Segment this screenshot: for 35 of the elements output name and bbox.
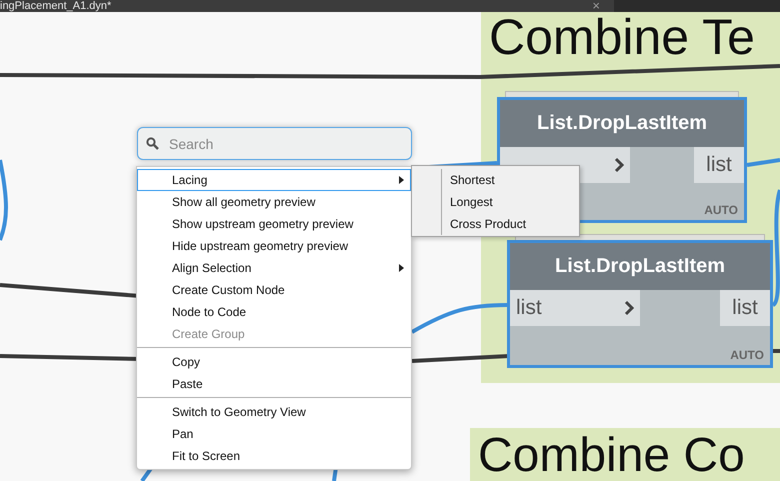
menu-item[interactable]: Align Selection [137,257,411,279]
tab-title: ingPlacement_A1.dyn* [0,0,112,12]
caret-icon [399,176,404,184]
menu-item[interactable]: Show upstream geometry preview [137,213,411,235]
lacing-label: AUTO [704,203,738,217]
search-icon [146,137,159,150]
node-title: List.DropLastItem [500,100,744,147]
chevron-icon [614,157,624,173]
menu-item[interactable]: Node to Code [137,301,411,323]
file-tab[interactable]: ingPlacement_A1.dyn* × [0,0,614,12]
menu-item[interactable]: Create Custom Node [137,279,411,301]
search-box[interactable]: Search [137,127,412,160]
search-field[interactable]: Search [169,128,403,159]
node-title: List.DropLastItem [510,243,770,290]
menu-item[interactable]: Fit to Screen [137,445,411,467]
output-port[interactable]: list [694,147,744,183]
node[interactable]: List.DropLastItem list list AUTO [507,240,773,368]
close-button[interactable]: × [592,0,600,12]
group-title: Combine Te [489,12,755,62]
menu-item[interactable]: Pan [137,423,411,445]
input-port[interactable]: list [510,290,640,326]
lacing-label: AUTO [730,348,764,362]
chevron-icon [624,300,634,316]
port-label: list [732,296,758,320]
menu-item[interactable]: Paste [137,373,411,395]
caret-icon [399,264,404,272]
port-label: list [706,153,732,177]
port-label: list [516,296,542,320]
output-port[interactable]: list [720,290,770,326]
menu-item[interactable]: Hide upstream geometry preview [137,235,411,257]
menu-item[interactable]: Show all geometry preview [137,191,411,213]
menu-item[interactable]: Switch to Geometry View [137,401,411,423]
menu-item[interactable]: Lacing [137,169,411,191]
group-title: Combine Co [478,432,745,480]
menu-item[interactable]: Copy [137,351,411,373]
